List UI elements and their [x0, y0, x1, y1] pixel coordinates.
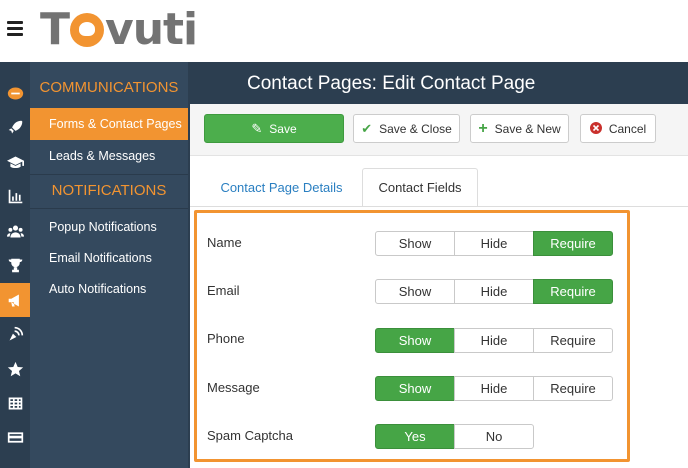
logo-text-left: T [40, 4, 70, 55]
page-header: Contact Pages: Edit Contact Page [190, 62, 688, 104]
field-label-message: Message [207, 380, 260, 395]
field-label-name: Name [207, 235, 242, 250]
save-new-button[interactable]: + Save & New [470, 114, 569, 143]
message-require-option[interactable]: Require [533, 376, 613, 401]
submenu-item-auto-notifications[interactable]: Auto Notifications [30, 273, 188, 305]
cancel-button-label: Cancel [608, 121, 647, 136]
field-label-email: Email [207, 283, 240, 298]
satellite-icon[interactable] [0, 317, 30, 351]
bar-chart-icon[interactable] [0, 179, 30, 213]
spam-captcha-yes-option[interactable]: Yes [375, 424, 455, 449]
page-title: Contact Pages: Edit Contact Page [247, 73, 536, 94]
email-require-option[interactable]: Require [533, 279, 613, 304]
email-show-option[interactable]: Show [375, 279, 455, 304]
rocket-icon[interactable] [0, 110, 30, 144]
save-button-label: Save [269, 121, 297, 136]
graduation-cap-icon[interactable] [0, 145, 30, 179]
action-toolbar: ✎ Save ✔ Save & Close + Save & New Cance… [190, 104, 688, 156]
users-icon[interactable] [0, 214, 30, 248]
save-new-button-label: Save & New [494, 121, 561, 136]
notifications-heading: NOTIFICATIONS [51, 182, 167, 199]
save-button[interactable]: ✎ Save [204, 114, 344, 143]
submenu-item-popup-notifications[interactable]: Popup Notifications [30, 211, 188, 243]
field-label-phone: Phone [207, 331, 245, 346]
tab-contact-fields[interactable]: Contact Fields [362, 168, 478, 207]
star-icon[interactable] [0, 352, 30, 386]
check-icon: ✔ [361, 121, 373, 136]
spam-captcha-no-option[interactable]: No [454, 424, 534, 449]
top-bar: Tvuti [0, 0, 688, 62]
section-submenu: COMMUNICATIONS Forms & Contact Pages Lea… [30, 62, 188, 468]
message-show-option[interactable]: Show [375, 376, 455, 401]
email-hide-option[interactable]: Hide [454, 279, 534, 304]
tovuti-logo[interactable]: Tvuti [40, 4, 198, 55]
phone-hide-option[interactable]: Hide [454, 328, 534, 353]
logo-text-right: vuti [105, 4, 198, 55]
hamburger-menu-icon[interactable] [7, 21, 23, 37]
name-hide-option[interactable]: Hide [454, 231, 534, 256]
name-toggle-group: Show Hide Require [375, 231, 613, 256]
tabs-divider [190, 206, 688, 207]
phone-require-option[interactable]: Require [533, 328, 613, 353]
plus-icon: + [478, 120, 488, 137]
submenu-item-forms-contact-pages[interactable]: Forms & Contact Pages [30, 108, 188, 140]
phone-show-option[interactable]: Show [375, 328, 455, 353]
megaphone-icon[interactable] [0, 283, 30, 317]
message-toggle-group: Show Hide Require [375, 376, 613, 401]
field-label-spam-captcha: Spam Captcha [207, 428, 293, 443]
submenu-item-email-notifications[interactable]: Email Notifications [30, 242, 188, 274]
submenu-item-leads-messages[interactable]: Leads & Messages [30, 140, 188, 172]
trophy-icon[interactable] [0, 248, 30, 282]
communications-heading: COMMUNICATIONS [39, 79, 179, 96]
edit-icon: ✎ [251, 121, 263, 136]
submenu-divider [30, 208, 188, 209]
save-close-button-label: Save & Close [379, 121, 452, 136]
logo-elephant-icon [70, 13, 105, 47]
icon-rail [0, 62, 30, 468]
credit-card-icon[interactable] [0, 420, 30, 454]
spam-captcha-toggle-group: Yes No [375, 424, 534, 449]
save-close-button[interactable]: ✔ Save & Close [353, 114, 460, 143]
chat-bubble-icon[interactable] [0, 76, 30, 110]
cancel-button[interactable]: Cancel [580, 114, 656, 143]
contact-fields-panel: Name Show Hide Require Email Show Hide R… [194, 210, 630, 462]
tab-contact-page-details[interactable]: Contact Page Details [210, 168, 353, 207]
close-circle-icon [589, 121, 602, 136]
email-toggle-group: Show Hide Require [375, 279, 613, 304]
name-show-option[interactable]: Show [375, 231, 455, 256]
submenu-divider [30, 174, 188, 175]
table-icon[interactable] [0, 386, 30, 420]
name-require-option[interactable]: Require [533, 231, 613, 256]
phone-toggle-group: Show Hide Require [375, 328, 613, 353]
message-hide-option[interactable]: Hide [454, 376, 534, 401]
